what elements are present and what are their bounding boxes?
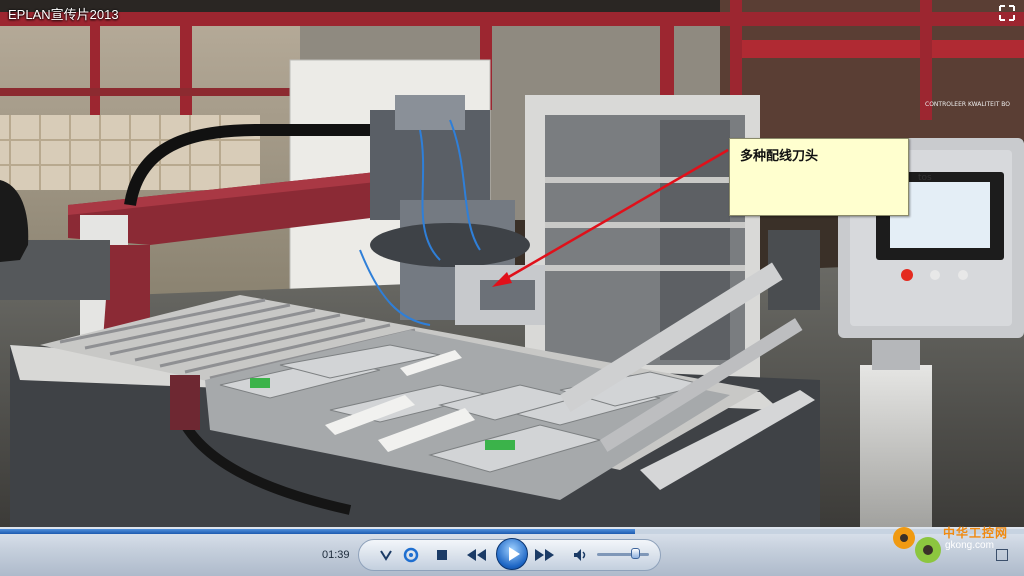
- seek-progress: [0, 529, 635, 534]
- fast-forward-icon[interactable]: [534, 548, 556, 562]
- minimize-player-icon[interactable]: [996, 549, 1008, 561]
- video-frame: tos CONTROLEER KWALITEIT BO: [0, 0, 1024, 540]
- volume-icon[interactable]: [572, 547, 588, 563]
- current-time: 01:39: [322, 549, 350, 561]
- watermark-logo: [888, 520, 948, 572]
- stop-icon[interactable]: [436, 549, 448, 561]
- monitor-brand-text: tos: [918, 173, 932, 183]
- machine-label-text: CONTROLEER KWALITEIT BO: [925, 101, 1010, 108]
- annotation-text: 多种配线刀头: [740, 149, 819, 164]
- fullscreen-icon[interactable]: [998, 4, 1016, 22]
- rewind-icon[interactable]: [466, 548, 488, 562]
- volume-slider[interactable]: [597, 553, 649, 556]
- repeat-icon[interactable]: [402, 546, 420, 564]
- watermark-url: gkong.com: [945, 540, 994, 551]
- seek-bar[interactable]: [0, 529, 1024, 534]
- watermark-text: 中华工控网: [943, 526, 1009, 540]
- play-icon[interactable]: [496, 538, 528, 570]
- volume-thumb[interactable]: [631, 548, 640, 559]
- window-title: EPLAN宣传片2013: [8, 7, 119, 22]
- subtitle-icon[interactable]: [378, 547, 394, 563]
- annotation-callout: 多种配线刀头: [729, 138, 909, 216]
